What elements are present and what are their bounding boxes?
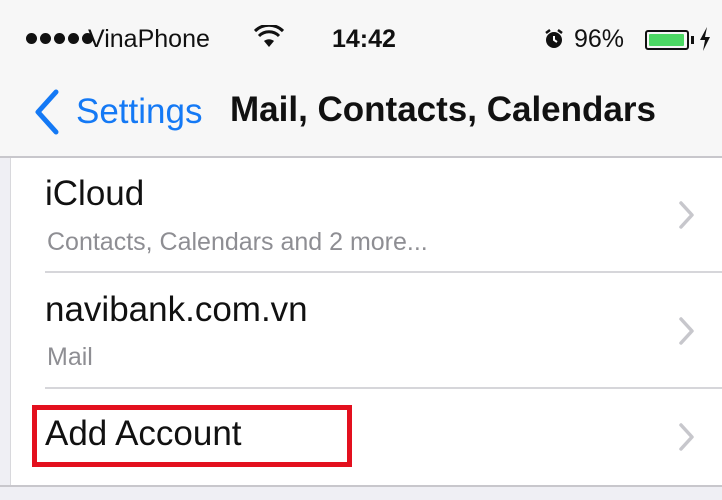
list-item-icloud[interactable]: iCloud Contacts, Calendars and 2 more... <box>11 158 722 272</box>
list-item-title: iCloud <box>45 174 145 213</box>
list-item-navibank[interactable]: navibank.com.vn Mail <box>11 273 722 388</box>
list-item-title: navibank.com.vn <box>45 290 308 329</box>
battery-percent: 96% <box>574 25 625 53</box>
status-bar: VinaPhone 14:42 96% <box>0 0 722 70</box>
chevron-left-icon <box>35 89 59 135</box>
chevron-right-icon <box>679 201 694 229</box>
list-item-title: Add Account <box>45 414 242 453</box>
settings-screen: VinaPhone 14:42 96% Settings Mail, Conta… <box>0 0 722 500</box>
carrier-name: VinaPhone <box>88 25 210 53</box>
list-item-subtitle: Contacts, Calendars and 2 more... <box>47 228 428 256</box>
list-item-subtitle: Mail <box>47 343 93 371</box>
wifi-icon <box>254 25 284 47</box>
alarm-clock-icon <box>545 29 563 48</box>
navigation-bar: Settings Mail, Contacts, Calendars <box>0 70 722 158</box>
clock-time: 14:42 <box>332 25 396 53</box>
page-title: Mail, Contacts, Calendars <box>230 90 656 129</box>
group-bottom-border <box>0 485 722 487</box>
chevron-right-icon <box>679 317 694 345</box>
battery-icon <box>645 30 689 50</box>
signal-dots-icon <box>26 33 93 44</box>
charging-bolt-icon <box>700 27 710 51</box>
back-button-label: Settings <box>76 92 203 131</box>
add-account-button[interactable]: Add Account <box>11 389 722 485</box>
accounts-list: iCloud Contacts, Calendars and 2 more...… <box>10 158 722 485</box>
chevron-right-icon <box>679 423 694 451</box>
back-button[interactable]: Settings <box>28 86 202 138</box>
battery-nub <box>691 36 694 44</box>
